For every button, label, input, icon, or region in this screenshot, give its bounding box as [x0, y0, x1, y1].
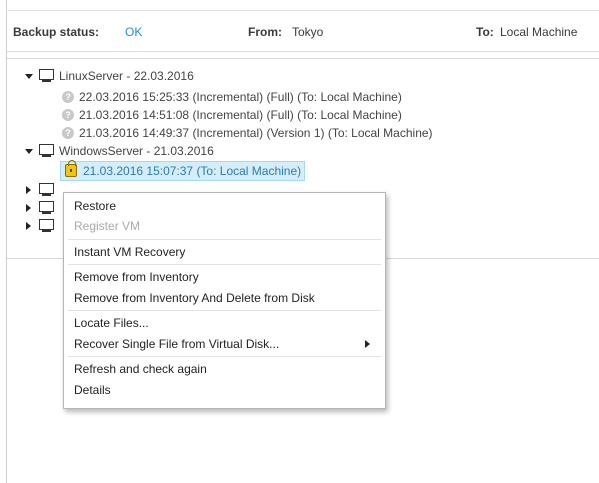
expand-caret-icon[interactable] [26, 186, 31, 194]
menu-separator [68, 239, 381, 240]
menu-item-restore[interactable]: Restore [74, 196, 116, 216]
server-monitor-icon [39, 201, 54, 214]
unknown-status-icon: ? [62, 91, 74, 103]
menu-item-locate-files[interactable]: Locate Files... [74, 313, 149, 333]
menu-separator [68, 264, 381, 265]
submenu-arrow-icon [365, 340, 370, 348]
expand-caret-icon[interactable] [25, 74, 33, 79]
from-label: From: [248, 25, 282, 39]
expand-caret-icon[interactable] [26, 222, 31, 230]
backup-label: 21.03.2016 15:07:37 (To: Local Machine) [83, 164, 302, 178]
unknown-status-icon: ? [62, 109, 74, 121]
server-monitor-icon [39, 183, 54, 196]
menu-item-remove-and-delete[interactable]: Remove from Inventory And Delete from Di… [74, 288, 315, 308]
server-label: LinuxServer - 22.03.2016 [59, 69, 194, 83]
backup-label: 21.03.2016 14:51:08 (Incremental) (Full)… [79, 108, 402, 122]
menu-item-label: Recover Single File from Virtual Disk... [74, 337, 280, 351]
server-monitor-icon [39, 144, 54, 157]
backup-item-selected[interactable]: 21.03.2016 15:07:37 (To: Local Machine) [60, 160, 306, 181]
server-monitor-icon [39, 219, 54, 232]
menu-item-instant-vm-recovery[interactable]: Instant VM Recovery [74, 242, 185, 262]
server-label: WindowsServer - 21.03.2016 [59, 144, 214, 158]
backup-status-label: Backup status: [13, 25, 100, 39]
menu-item-details[interactable]: Details [74, 380, 111, 400]
unknown-status-icon: ? [62, 127, 74, 139]
server-monitor-icon [39, 69, 54, 82]
menu-item-remove-from-inventory[interactable]: Remove from Inventory [74, 267, 199, 287]
menu-item-register-vm: Register VM [74, 219, 141, 233]
menu-item-refresh[interactable]: Refresh and check again [74, 359, 207, 379]
menu-separator [68, 310, 381, 311]
from-value: Tokyo [292, 25, 324, 39]
menu-separator [68, 356, 381, 357]
expand-caret-icon[interactable] [26, 204, 31, 212]
backup-label: 21.03.2016 14:49:37 (Incremental) (Versi… [79, 126, 433, 140]
lock-icon [65, 160, 77, 177]
context-menu: Restore Register VM Instant VM Recovery … [63, 192, 386, 409]
backup-status-value: OK [125, 25, 143, 39]
status-bar: Backup status: OK From: Tokyo To: Local … [7, 11, 599, 52]
to-value: Local Machine [500, 25, 578, 39]
menu-item-recover-single-file[interactable]: Recover Single File from Virtual Disk... [74, 334, 379, 354]
expand-caret-icon[interactable] [25, 149, 33, 154]
to-label: To: [476, 25, 494, 39]
backup-label: 22.03.2016 15:25:33 (Incremental) (Full)… [79, 90, 402, 104]
